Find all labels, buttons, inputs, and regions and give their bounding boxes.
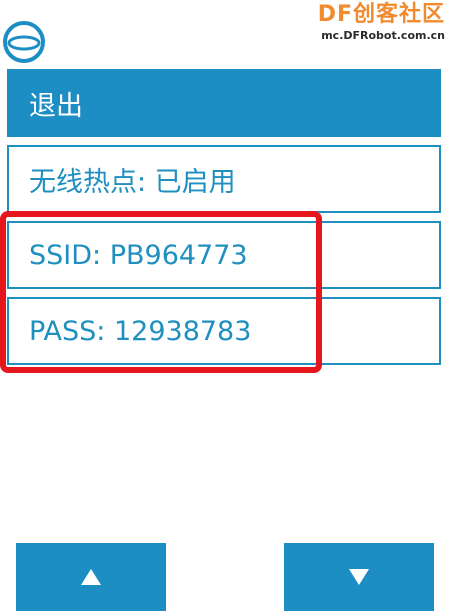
dfrobot-watermark: DF创客社区 mc.DFRobot.com.cn	[318, 4, 445, 42]
scroll-down-button[interactable]	[284, 543, 434, 611]
exit-label: 退出	[29, 90, 83, 122]
ssid-label: SSID: PB964773	[29, 239, 248, 271]
app-logo	[2, 20, 46, 64]
watermark-cn: 创客社区	[352, 2, 445, 27]
exit-button[interactable]: 退出	[7, 69, 441, 137]
ssid-item[interactable]: SSID: PB964773	[7, 221, 441, 289]
password-item[interactable]: PASS: 12938783	[7, 297, 441, 365]
hotspot-status-item[interactable]: 无线热点: 已启用	[7, 145, 441, 213]
watermark-df: DF	[317, 2, 353, 27]
triangle-up-icon	[81, 569, 101, 585]
triangle-down-icon	[349, 569, 369, 585]
ring-logo-icon	[3, 21, 45, 63]
watermark-brand: DF创客社区	[318, 4, 445, 26]
hotspot-status-label: 无线热点: 已启用	[29, 166, 236, 198]
password-label: PASS: 12938783	[29, 315, 252, 347]
scroll-up-button[interactable]	[16, 543, 166, 611]
watermark-site: mc.DFRobot.com.cn	[321, 29, 445, 42]
